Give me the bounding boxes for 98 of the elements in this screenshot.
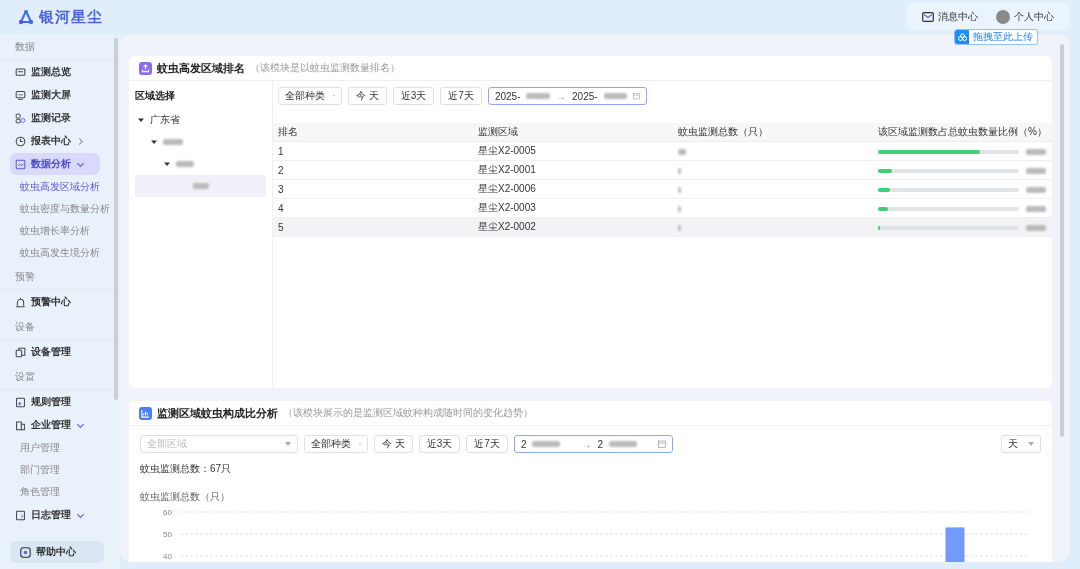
expanded-icon[interactable] bbox=[138, 117, 144, 123]
card-note: （该模块展示的是监测区域蚊种构成随时间的变化趋势） bbox=[283, 406, 533, 420]
upload-badge[interactable]: 拖拽至此上传 bbox=[954, 29, 1038, 45]
help-icon bbox=[20, 546, 31, 558]
blurred-value bbox=[608, 441, 637, 447]
sidebar-item[interactable]: 设备管理 bbox=[10, 341, 100, 363]
column-header: 蚊虫监测总数（只） bbox=[673, 123, 873, 142]
sidebar-item[interactable]: 企业管理 bbox=[10, 414, 100, 436]
blurred-value bbox=[678, 224, 681, 231]
clock-icon bbox=[15, 135, 26, 147]
axis-title: 蚊虫监测总数（只） bbox=[140, 490, 230, 504]
date-preset-button[interactable]: 今 天 bbox=[348, 87, 387, 105]
expanded-icon[interactable] bbox=[164, 161, 170, 167]
alarm-icon bbox=[15, 296, 26, 308]
building-icon bbox=[15, 419, 26, 431]
blurred-label[interactable] bbox=[192, 183, 209, 189]
calendar-icon bbox=[657, 440, 666, 448]
sidebar-item[interactable]: 监测记录 bbox=[10, 107, 100, 129]
profile-link[interactable]: 个人中心 bbox=[996, 10, 1054, 24]
table-cell: 3 bbox=[278, 183, 284, 195]
cloud-icon bbox=[957, 33, 967, 41]
mail-icon bbox=[922, 12, 934, 22]
logo-icon bbox=[18, 9, 34, 25]
caret-icon bbox=[1028, 442, 1034, 446]
table-cell: 5 bbox=[278, 221, 284, 233]
table-cell: 星尘X2-0001 bbox=[478, 164, 536, 175]
table-cell: 1 bbox=[278, 145, 284, 157]
table-cell: 2 bbox=[278, 164, 284, 176]
card-note: （该模块是以蚊虫监测数量排名） bbox=[250, 61, 400, 75]
column-header: 该区域监测数占总蚊虫数量比例（%） bbox=[873, 123, 1052, 142]
blurred-value bbox=[526, 93, 551, 99]
tree-title: 区域选择 bbox=[135, 89, 176, 103]
document-icon bbox=[15, 396, 26, 408]
species-select[interactable]: 全部种类 bbox=[278, 87, 342, 105]
column-header: 排名 bbox=[273, 123, 473, 142]
table-cell: 星尘X2-0005 bbox=[478, 145, 536, 156]
sidebar-item[interactable]: 日志管理 bbox=[10, 504, 100, 526]
sidebar-item[interactable]: 报表中心 bbox=[10, 130, 100, 152]
blurred-value bbox=[1025, 205, 1046, 212]
device-icon bbox=[15, 346, 26, 358]
screen-icon bbox=[15, 89, 26, 101]
blurred-value bbox=[678, 186, 681, 193]
avatar-icon bbox=[996, 10, 1010, 24]
sidebar-item[interactable]: 监测大屏 bbox=[10, 84, 100, 106]
monitor-icon bbox=[15, 66, 26, 78]
date-preset-button[interactable]: 近3天 bbox=[392, 87, 435, 105]
granularity-select[interactable]: 天 bbox=[1001, 435, 1041, 453]
upload-icon bbox=[139, 61, 152, 75]
tree-node[interactable]: 广东省 bbox=[150, 113, 180, 127]
date-range-field[interactable]: 2025- → 2025- bbox=[487, 87, 647, 105]
blurred-value bbox=[532, 441, 561, 447]
blurred-value bbox=[1025, 148, 1046, 155]
scrollbar[interactable] bbox=[114, 38, 118, 400]
tick-label: 50 bbox=[163, 530, 172, 539]
expanded-icon[interactable] bbox=[151, 139, 157, 145]
date-preset-button[interactable]: 近7天 bbox=[466, 435, 508, 453]
table-cell: 星尘X2-0006 bbox=[478, 183, 536, 194]
date-preset-button[interactable]: 近3天 bbox=[418, 435, 461, 453]
help-button[interactable]: 帮助中心 bbox=[10, 541, 104, 563]
blurred-value bbox=[1025, 224, 1046, 231]
chart-icon bbox=[15, 158, 26, 170]
blurred-label[interactable] bbox=[176, 161, 194, 167]
blurred-value bbox=[678, 148, 686, 155]
date-preset-button[interactable]: 今 天 bbox=[374, 435, 413, 453]
table-cell: 星尘X2-0002 bbox=[478, 221, 536, 232]
blurred-value bbox=[678, 205, 681, 212]
range-arrow: → bbox=[556, 90, 567, 102]
log-icon bbox=[15, 509, 26, 521]
total-count: 蚊虫监测总数：67只 bbox=[140, 462, 233, 476]
record-icon bbox=[15, 112, 26, 124]
range-arrow: → bbox=[581, 438, 592, 450]
column-header: 监测区域 bbox=[473, 123, 673, 142]
messages-link[interactable]: 消息中心 bbox=[922, 10, 978, 24]
app-logo: 银河星尘 bbox=[39, 7, 103, 27]
caret-icon bbox=[285, 442, 291, 446]
sidebar-subitem[interactable]: 蚊虫高发区域分析 bbox=[0, 176, 120, 198]
table-cell: 星尘X2-0003 bbox=[478, 202, 536, 213]
table-cell: 4 bbox=[278, 202, 284, 214]
tick-label: 40 bbox=[163, 552, 172, 561]
bar bbox=[945, 527, 965, 562]
species-select[interactable]: 全部种类 bbox=[304, 435, 368, 453]
date-preset-button[interactable]: 近7天 bbox=[440, 87, 482, 105]
sidebar-item[interactable]: 预警中心 bbox=[10, 291, 100, 313]
blurred-label[interactable] bbox=[163, 139, 183, 145]
blurred-value bbox=[678, 167, 681, 174]
sidebar-item[interactable]: 规则管理 bbox=[10, 391, 100, 413]
tick-label: 60 bbox=[163, 508, 172, 517]
chart-icon bbox=[139, 406, 152, 420]
blurred-value bbox=[1025, 186, 1046, 193]
sidebar-item[interactable]: 监测总览 bbox=[10, 61, 100, 83]
card-title: 蚊虫高发区域排名 bbox=[157, 60, 245, 76]
date-range-field[interactable]: 2 → 2 bbox=[513, 435, 673, 453]
card-title: 监测区域蚊虫构成比分析 bbox=[157, 405, 278, 421]
blurred-value bbox=[1025, 167, 1046, 174]
scrollbar[interactable] bbox=[1060, 44, 1064, 437]
blurred-value bbox=[603, 93, 628, 99]
sidebar-item[interactable]: 数据分析 bbox=[10, 153, 100, 175]
calendar-icon bbox=[633, 92, 640, 100]
